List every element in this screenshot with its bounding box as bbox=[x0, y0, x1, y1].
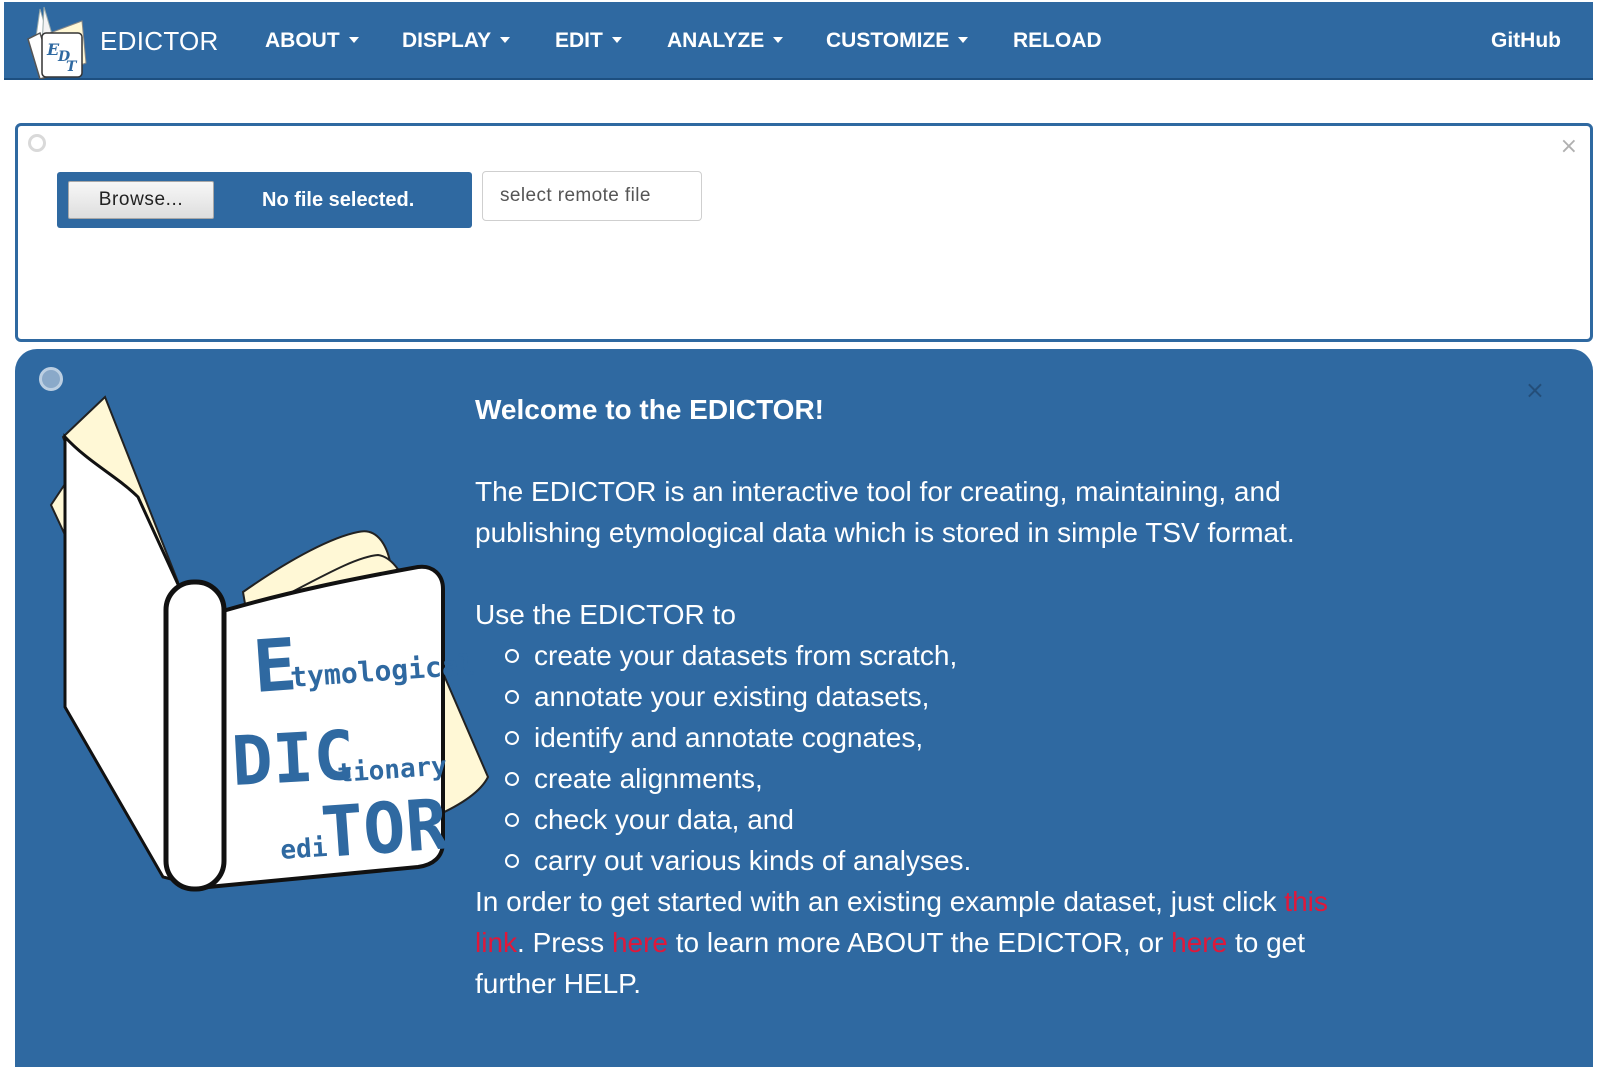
nav-reload-button[interactable]: RELOAD bbox=[1013, 2, 1102, 80]
list-item: carry out various kinds of analyses. bbox=[475, 840, 1375, 881]
nav-display-label: DISPLAY bbox=[402, 29, 492, 52]
svg-text:T: T bbox=[66, 59, 78, 75]
outro-text: to learn more ABOUT the EDICTOR, or bbox=[667, 927, 1172, 958]
brand-name: EDICTOR bbox=[100, 25, 219, 56]
caret-down-icon bbox=[500, 36, 511, 43]
list-item: create your datasets from scratch, bbox=[475, 635, 1375, 676]
welcome-panel: × E tymological DIC tionary edi TOR Welc… bbox=[15, 349, 1593, 1067]
nav-customize-label: CUSTOMIZE bbox=[826, 29, 950, 52]
nav-about-label: ABOUT bbox=[265, 29, 340, 52]
list-item: check your data, and bbox=[475, 799, 1375, 840]
remote-file-input[interactable] bbox=[482, 171, 702, 221]
welcome-outro: In order to get started with an existing… bbox=[475, 881, 1375, 1004]
about-link[interactable]: here bbox=[612, 927, 668, 958]
list-item: create alignments, bbox=[475, 758, 1375, 799]
edictor-logo-icon: E D T bbox=[27, 6, 87, 79]
help-link[interactable]: here bbox=[1171, 927, 1227, 958]
close-icon[interactable]: × bbox=[1560, 136, 1578, 158]
nav-github-link[interactable]: GitHub bbox=[1491, 2, 1561, 80]
logo-letters-tor: TOR bbox=[318, 783, 451, 874]
close-icon[interactable]: × bbox=[1525, 378, 1545, 402]
nav-github-label: GitHub bbox=[1491, 29, 1561, 52]
use-heading: Use the EDICTOR to bbox=[475, 599, 736, 630]
panel-drag-handle-icon[interactable] bbox=[28, 134, 46, 152]
caret-down-icon bbox=[958, 36, 969, 43]
brand-home-link[interactable]: E D T EDICTOR bbox=[20, 2, 240, 80]
edictor-book-logo: E tymological DIC tionary edi TOR bbox=[49, 395, 490, 892]
nav-analyze-menu[interactable]: ANALYZE bbox=[667, 2, 784, 80]
browse-button[interactable]: Browse... bbox=[68, 181, 214, 219]
nav-reload-label: RELOAD bbox=[1013, 29, 1102, 52]
nav-analyze-label: ANALYZE bbox=[667, 29, 765, 52]
caret-down-icon bbox=[773, 36, 784, 43]
nav-about-menu[interactable]: ABOUT bbox=[265, 2, 359, 80]
welcome-content: Welcome to the EDICTOR! The EDICTOR is a… bbox=[475, 389, 1375, 1004]
caret-down-icon bbox=[348, 36, 359, 43]
file-upload-control[interactable]: Browse... No file selected. bbox=[57, 172, 472, 228]
nav-customize-menu[interactable]: CUSTOMIZE bbox=[826, 2, 969, 80]
outro-text: . Press bbox=[517, 927, 612, 958]
welcome-title: Welcome to the EDICTOR! bbox=[475, 394, 825, 425]
use-list: create your datasets from scratch, annot… bbox=[475, 635, 1375, 881]
welcome-intro: The EDICTOR is an interactive tool for c… bbox=[475, 476, 1295, 548]
nav-edit-menu[interactable]: EDIT bbox=[555, 2, 622, 80]
nav-edit-label: EDIT bbox=[555, 29, 603, 52]
nav-display-menu[interactable]: DISPLAY bbox=[402, 2, 511, 80]
list-item: identify and annotate cognates, bbox=[475, 717, 1375, 758]
top-navbar: E D T EDICTOR ABOUT DISPLAY EDIT ANALYZE… bbox=[4, 2, 1593, 80]
file-input-panel: × Browse... No file selected. bbox=[15, 123, 1593, 342]
file-status-text: No file selected. bbox=[262, 189, 415, 211]
list-item: annotate your existing datasets, bbox=[475, 676, 1375, 717]
caret-down-icon bbox=[611, 36, 622, 43]
outro-text: In order to get started with an existing… bbox=[475, 886, 1285, 917]
